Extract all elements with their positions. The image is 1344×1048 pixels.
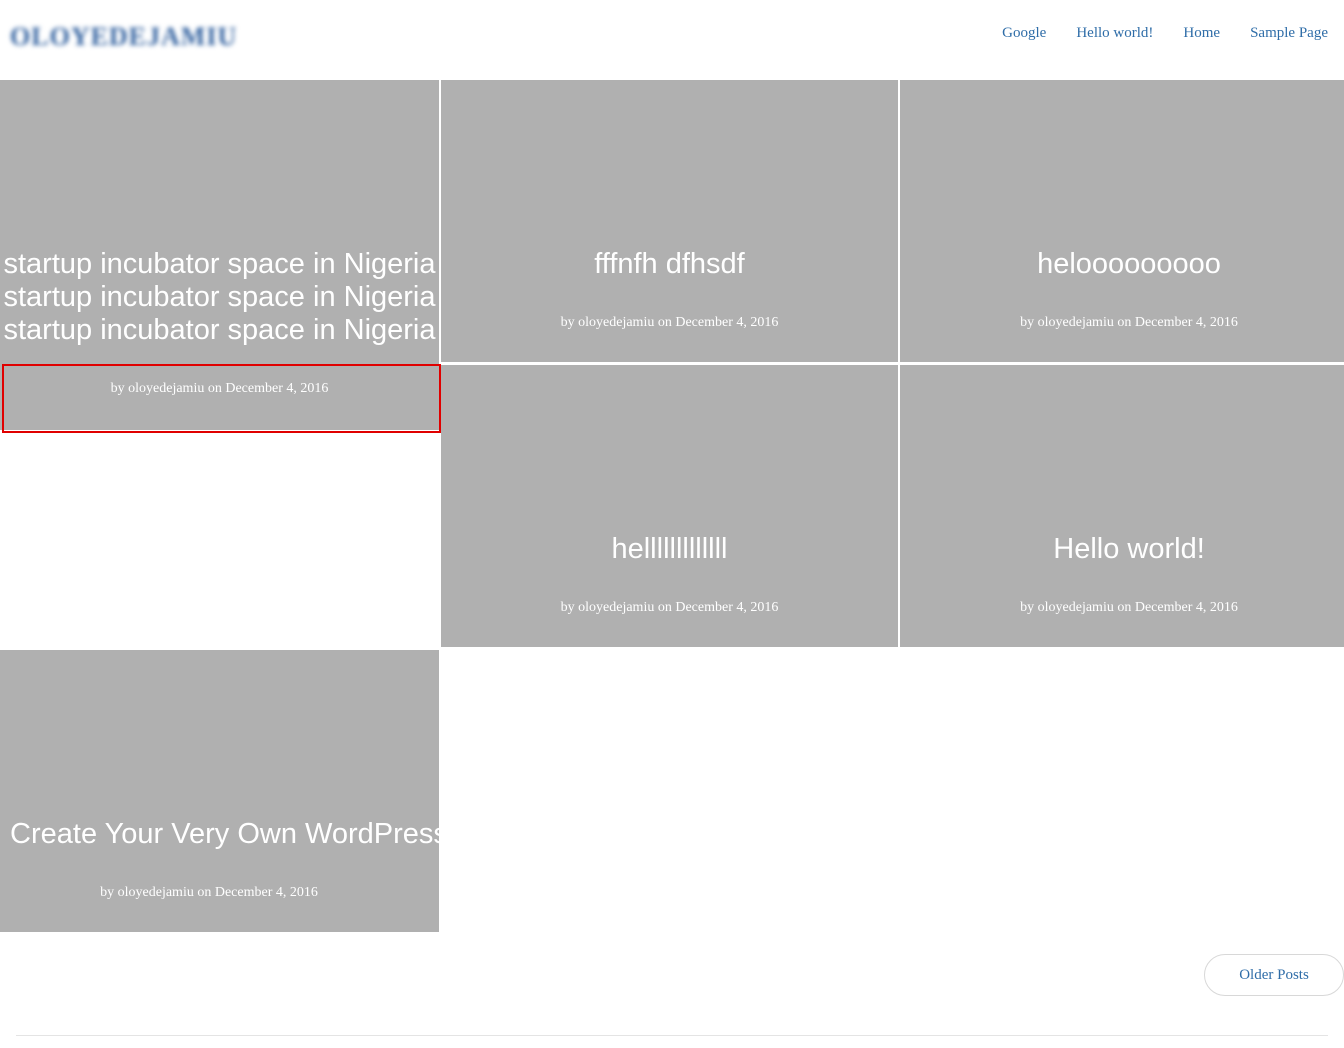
post-meta: by oloyedejamiu on December 4, 2016 xyxy=(110,381,329,396)
footer-divider xyxy=(16,1035,1328,1036)
post-title[interactable]: helooooooooo xyxy=(900,248,1344,281)
post-meta: by oloyedejamiu on December 4, 2016 xyxy=(100,885,318,900)
nav-item-sample-page[interactable]: Sample Page xyxy=(1250,22,1328,44)
post-tile[interactable]: Create Your Very Own WordPress by oloyed… xyxy=(0,650,439,932)
older-posts-button[interactable]: Older Posts xyxy=(1204,954,1344,996)
post-title[interactable]: helllllllllllll xyxy=(441,533,898,566)
post-title[interactable]: startup incubator space in Nigeria xyxy=(0,281,439,314)
post-title[interactable]: Create Your Very Own WordPress xyxy=(0,818,439,851)
post-title[interactable]: Hello world! xyxy=(900,533,1344,566)
post-tile[interactable]: helllllllllllll by oloyedejamiu on Decem… xyxy=(441,365,898,647)
site-logo[interactable]: OLOYEDEJAMIU xyxy=(10,22,240,52)
post-meta: by oloyedejamiu on December 4, 2016 xyxy=(1020,315,1238,330)
post-meta: by oloyedejamiu on December 4, 2016 xyxy=(560,315,779,330)
site-header: OLOYEDEJAMIU Google Hello world! Home Sa… xyxy=(0,0,1344,80)
post-title[interactable]: startup incubator space in Nigeria xyxy=(0,248,439,281)
post-tile[interactable]: startup incubator space in Nigeria start… xyxy=(0,80,439,430)
nav-item-home[interactable]: Home xyxy=(1183,22,1220,44)
post-tile[interactable]: fffnfh dfhsdf by oloyedejamiu on Decembe… xyxy=(441,80,898,362)
nav-item-google[interactable]: Google xyxy=(1002,22,1046,44)
post-tile[interactable]: Hello world! by oloyedejamiu on December… xyxy=(900,365,1344,647)
post-meta: by oloyedejamiu on December 4, 2016 xyxy=(1020,600,1238,615)
post-title[interactable]: startup incubator space in Nigeria xyxy=(0,314,439,347)
post-meta: by oloyedejamiu on December 4, 2016 xyxy=(560,600,779,615)
nav-item-hello-world[interactable]: Hello world! xyxy=(1076,22,1153,44)
post-tile[interactable]: helooooooooo by oloyedejamiu on December… xyxy=(900,80,1344,362)
post-title[interactable]: fffnfh dfhsdf xyxy=(441,248,898,281)
main-nav: Google Hello world! Home Sample Page xyxy=(972,22,1328,44)
